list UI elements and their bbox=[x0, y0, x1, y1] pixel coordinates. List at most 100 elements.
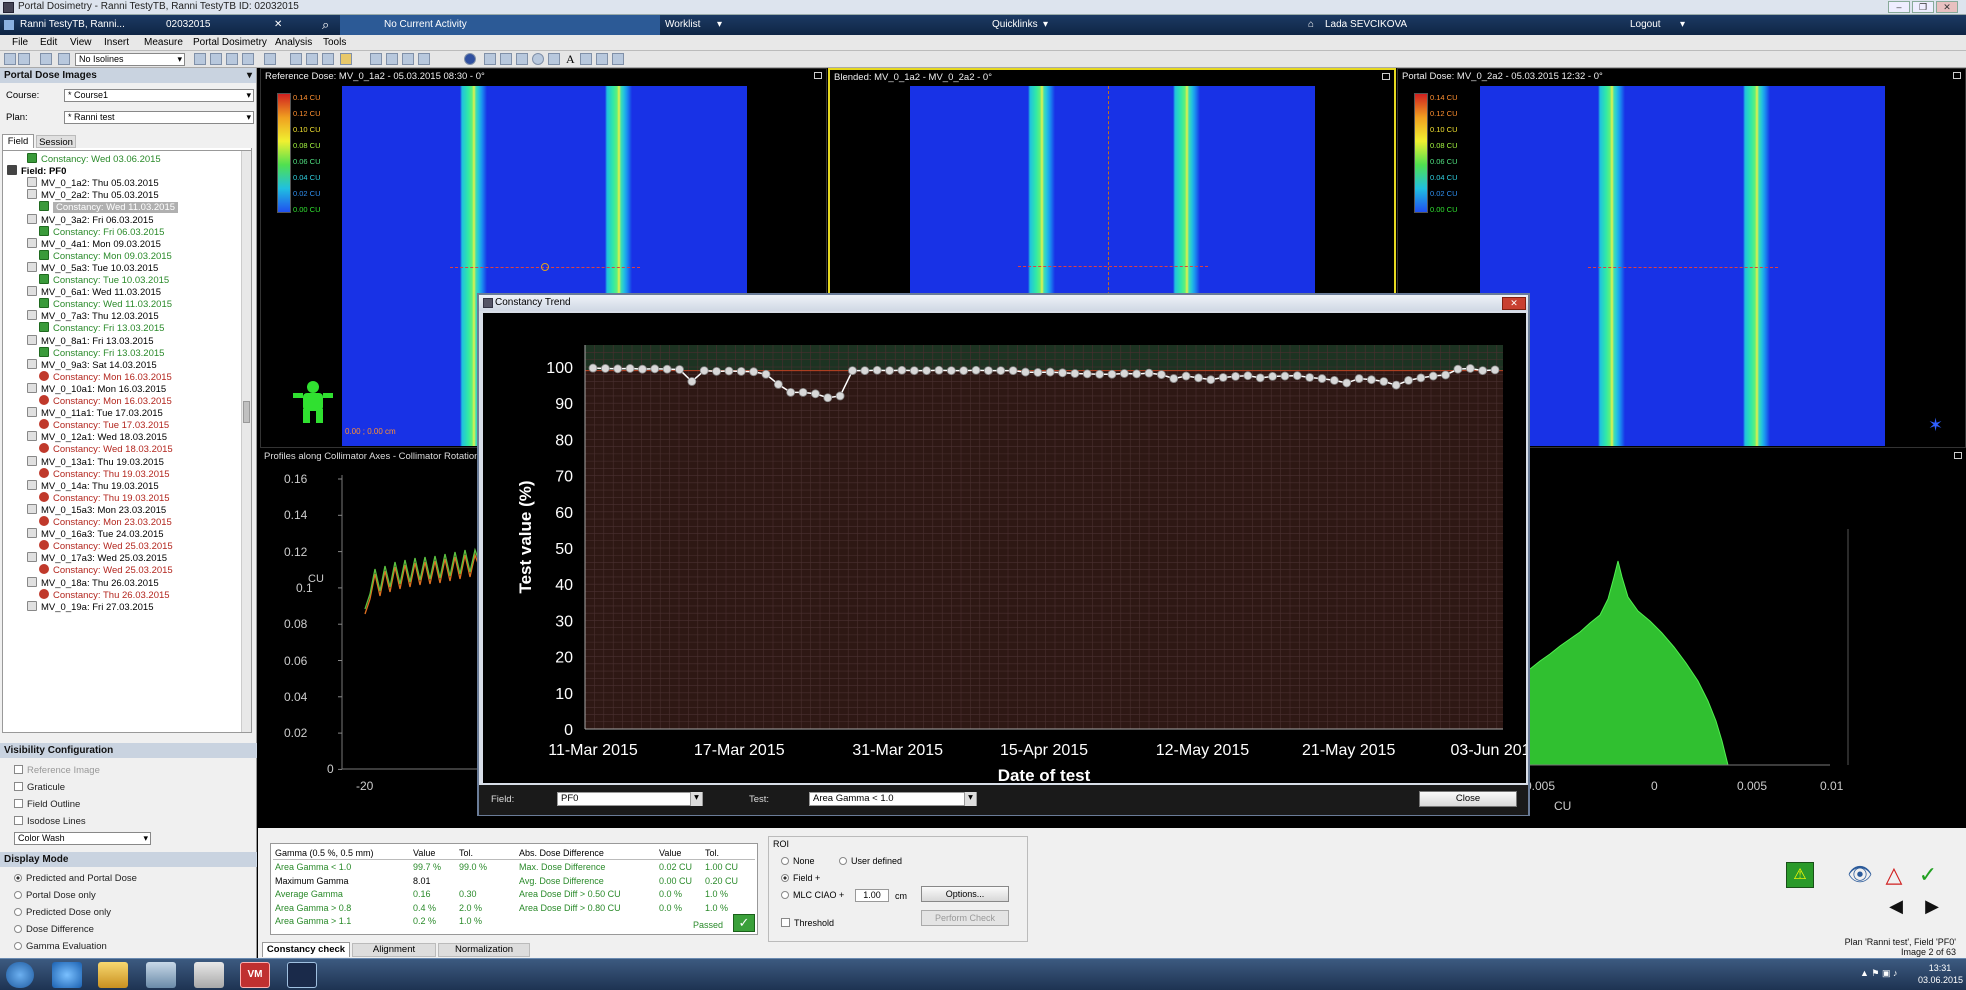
minimize-button[interactable]: – bbox=[1888, 1, 1910, 13]
tree-image-item[interactable]: MV_0_10a1: Mon 16.03.2015 bbox=[27, 382, 166, 396]
current-activity[interactable]: No Current Activity bbox=[384, 19, 467, 30]
isodose-lines-checkbox[interactable]: Isodose Lines bbox=[14, 816, 86, 827]
tab-constancy-check[interactable]: Constancy check bbox=[262, 942, 350, 957]
plan-select[interactable]: * Ranni test ▾ bbox=[64, 111, 254, 124]
tree-image-item[interactable]: MV_0_9a3: Sat 14.03.2015 bbox=[27, 358, 157, 372]
search-icon[interactable]: ⌕ bbox=[322, 17, 329, 33]
eye-icon[interactable]: 👁 bbox=[1846, 864, 1874, 886]
tree-image-item[interactable]: MV_0_3a2: Fri 06.03.2015 bbox=[27, 213, 154, 227]
menu-insert[interactable]: Insert bbox=[104, 37, 129, 48]
scissors-icon[interactable] bbox=[484, 53, 496, 65]
previous-image-icon[interactable]: ◀ bbox=[1886, 896, 1906, 916]
tree-constancy-item[interactable]: Constancy: Mon 16.03.2015 bbox=[39, 395, 172, 408]
course-select[interactable]: * Course1 ▾ bbox=[64, 89, 254, 102]
ellipse-icon[interactable] bbox=[532, 53, 544, 65]
tree-image-item[interactable]: MV_0_13a1: Thu 19.03.2015 bbox=[27, 455, 164, 469]
tree-constancy-item[interactable]: Constancy: Wed 18.03.2015 bbox=[39, 443, 173, 456]
crosshair-icon[interactable] bbox=[290, 53, 302, 65]
fit-icon[interactable] bbox=[322, 53, 334, 65]
layout-icon[interactable] bbox=[264, 53, 276, 65]
tree-constancy-item[interactable]: Constancy: Wed 11.03.2015 bbox=[39, 201, 179, 214]
crosshair-center[interactable] bbox=[541, 263, 549, 271]
tree-constancy-item[interactable]: Constancy: Tue 17.03.2015 bbox=[39, 419, 169, 432]
home-icon[interactable]: ⌂ bbox=[1308, 19, 1314, 30]
tab-normalization[interactable]: Normalization bbox=[438, 943, 530, 957]
info-icon[interactable] bbox=[464, 53, 476, 65]
tree-constancy-item[interactable]: Constancy: Thu 19.03.2015 bbox=[39, 491, 170, 505]
tree-image-item[interactable]: MV_0_11a1: Tue 17.03.2015 bbox=[27, 407, 163, 420]
chevron-down-icon[interactable]: ▾ bbox=[1043, 19, 1048, 30]
tree-image-item[interactable]: MV_0_17a3: Wed 25.03.2015 bbox=[27, 552, 167, 565]
test-select[interactable]: Area Gamma < 1.0 ▾ bbox=[809, 792, 977, 806]
text-icon[interactable]: A bbox=[566, 52, 575, 67]
tree-image-item[interactable]: MV_0_19a: Fri 27.03.2015 bbox=[27, 600, 154, 614]
refresh-icon[interactable] bbox=[4, 53, 16, 65]
star-icon[interactable]: ✶ bbox=[1928, 415, 1943, 436]
line-icon[interactable] bbox=[548, 53, 560, 65]
maximize-icon[interactable] bbox=[814, 72, 822, 79]
reference-image-checkbox[interactable]: Reference Image bbox=[14, 765, 100, 776]
maximize-icon[interactable] bbox=[1953, 72, 1961, 79]
tree-constancy-item[interactable]: Constancy: Tue 10.03.2015 bbox=[39, 274, 169, 287]
angle-icon[interactable] bbox=[418, 53, 430, 65]
tab-field[interactable]: Field bbox=[2, 134, 34, 148]
tree-constancy-item[interactable]: Constancy: Wed 03.06.2015 bbox=[27, 153, 161, 166]
menu-edit[interactable]: Edit bbox=[40, 37, 57, 48]
threshold-checkbox[interactable]: Threshold bbox=[781, 918, 834, 928]
perform-check-button[interactable]: Perform Check bbox=[921, 910, 1009, 926]
tree-constancy-item[interactable]: Constancy: Wed 25.03.2015 bbox=[39, 564, 173, 577]
roi-field-radio[interactable]: Field + bbox=[781, 873, 820, 883]
tree-image-item[interactable]: MV_0_14a: Thu 19.03.2015 bbox=[27, 479, 159, 493]
clear-icon[interactable]: ✕ bbox=[274, 19, 282, 30]
patient-name[interactable]: Ranni TestyTB, Ranni... bbox=[20, 19, 125, 30]
menu-portal-dosimetry[interactable]: Portal Dosimetry bbox=[193, 37, 267, 48]
pan-icon[interactable] bbox=[210, 53, 222, 65]
field-outline-checkbox[interactable]: Field Outline bbox=[14, 799, 80, 810]
zoom-icon[interactable] bbox=[194, 53, 206, 65]
tree-image-item[interactable]: MV_0_12a1: Wed 18.03.2015 bbox=[27, 431, 167, 444]
tree-constancy-item[interactable]: Constancy: Wed 25.03.2015 bbox=[39, 540, 173, 553]
reject-icon[interactable]: △ bbox=[1880, 862, 1908, 888]
hand-icon[interactable] bbox=[226, 53, 238, 65]
portal-dosimetry-app-icon[interactable] bbox=[287, 962, 317, 988]
folder-icon[interactable] bbox=[98, 962, 128, 988]
varian-app-icon[interactable]: VM bbox=[240, 962, 270, 988]
tree-image-item[interactable]: MV_0_5a3: Tue 10.03.2015 bbox=[27, 261, 158, 275]
tree-constancy-item[interactable]: Constancy: Mon 09.03.2015 bbox=[39, 249, 172, 263]
tree-constancy-item[interactable]: Constancy: Mon 16.03.2015 bbox=[39, 370, 172, 384]
profile-icon[interactable] bbox=[306, 53, 318, 65]
worklist-menu[interactable]: Worklist bbox=[665, 19, 700, 30]
document-icon[interactable] bbox=[194, 962, 224, 988]
tray-icons[interactable]: ▲ ⚑ ▣ ♪ bbox=[1860, 968, 1910, 980]
mode-predicted-only[interactable]: Predicted Dose only bbox=[14, 907, 111, 918]
tree-constancy-item[interactable]: Constancy: Fri 13.03.2015 bbox=[39, 346, 164, 360]
start-button[interactable] bbox=[6, 962, 34, 988]
field-select[interactable]: PF0 ▾ bbox=[557, 792, 703, 806]
layer-icon[interactable] bbox=[58, 53, 70, 65]
menu-file[interactable]: File bbox=[12, 37, 28, 48]
tree-image-item[interactable]: MV_0_7a3: Thu 12.03.2015 bbox=[27, 310, 159, 323]
colormap-icon[interactable] bbox=[340, 53, 352, 65]
close-button[interactable]: Close bbox=[1419, 791, 1517, 807]
polygon-icon[interactable] bbox=[500, 53, 512, 65]
mode-predicted-portal[interactable]: Predicted and Portal Dose bbox=[14, 873, 137, 884]
tree-scrollbar[interactable] bbox=[241, 151, 251, 732]
image-tree[interactable]: Constancy: Wed 03.06.2015 Field: PF0 MV_0_… bbox=[2, 150, 252, 733]
menu-view[interactable]: View bbox=[70, 37, 92, 48]
undo-icon[interactable] bbox=[18, 53, 30, 65]
chevron-down-icon[interactable]: ▾ bbox=[1680, 19, 1685, 30]
roi-none-radio[interactable]: None bbox=[781, 856, 815, 866]
chevron-down-icon[interactable]: ▾ bbox=[717, 19, 722, 30]
warning-icon[interactable]: ⚠ bbox=[1786, 862, 1814, 888]
tree-image-item[interactable]: MV_0_18a: Thu 26.03.2015 bbox=[27, 576, 159, 590]
patient-id-field[interactable]: 02032015 bbox=[166, 19, 211, 30]
rectangle-icon[interactable] bbox=[516, 53, 528, 65]
dialog-titlebar[interactable]: Constancy Trend bbox=[479, 295, 1528, 311]
freehand-icon[interactable] bbox=[580, 53, 592, 65]
mode-dose-difference[interactable]: Dose Difference bbox=[14, 924, 94, 935]
tree-constancy-item[interactable]: Constancy: Fri 06.03.2015 bbox=[39, 225, 164, 239]
maximize-icon[interactable] bbox=[1382, 73, 1390, 80]
ruler-icon[interactable] bbox=[402, 53, 414, 65]
constancy-trend-dialog[interactable]: Constancy Trend ✕ 0 10 20 30 40 50 60 70 80 90 100… bbox=[477, 293, 1540, 816]
mlc-margin-input[interactable]: 1.00 bbox=[855, 889, 889, 902]
